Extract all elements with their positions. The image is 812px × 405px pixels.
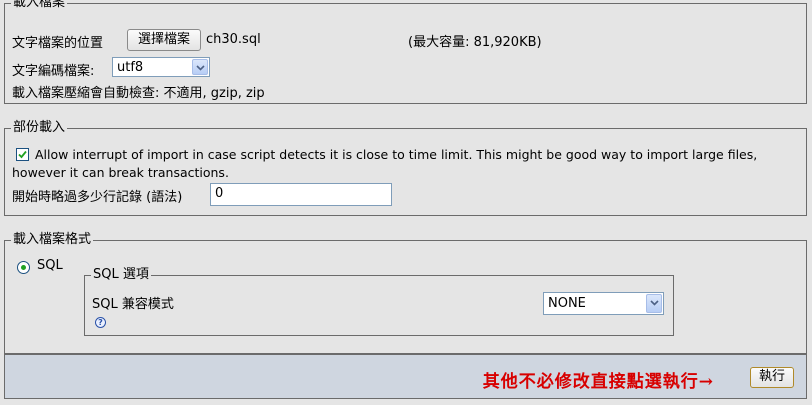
compression-text: 載入檔案壓縮會自動檢查: 不適用, gzip, zip (12, 86, 265, 101)
max-size-text: (最大容量: 81,920KB) (408, 35, 542, 50)
format-legend: 載入檔案格式 (13, 232, 92, 247)
encoding-label: 文字編碼檔案: (12, 64, 95, 79)
encoding-select-value: utf8 (117, 60, 144, 75)
file-location-label: 文字檔案的位置 (12, 36, 104, 51)
skip-rows-input[interactable]: 0 (210, 183, 392, 206)
encoding-select[interactable]: utf8 (112, 57, 210, 77)
submit-bar: 其他不必修改直接點選執行→ 執行 (4, 354, 807, 399)
sql-compat-select-value: NONE (548, 296, 586, 311)
sql-options-legend: SQL 選項 (93, 267, 149, 282)
instruction-note: 其他不必修改直接點選執行→ (482, 372, 714, 392)
sql-format-label: SQL (37, 258, 63, 273)
check-icon (18, 150, 27, 159)
selected-file-name: ch30.sql (206, 32, 261, 47)
sql-compat-select[interactable]: NONE (543, 292, 664, 315)
allow-interrupt-label-line2: however it can break transactions. (12, 165, 229, 180)
allow-interrupt-checkbox[interactable] (16, 148, 29, 161)
sql-compat-label: SQL 兼容模式 (92, 297, 174, 312)
radio-selected-dot (21, 265, 26, 270)
browse-file-button[interactable]: 選擇檔案 (127, 29, 201, 51)
skip-rows-label: 開始時略過多少行記錄 (語法) (12, 190, 183, 205)
allow-interrupt-label-line1: Allow interrupt of import in case script… (35, 147, 758, 162)
partial-import-legend: 部份載入 (13, 120, 66, 135)
chevron-down-icon[interactable] (192, 59, 208, 75)
help-icon[interactable]: ? (95, 317, 106, 328)
sql-format-radio[interactable] (17, 261, 30, 274)
upload-legend: 載入檔案 (13, 0, 66, 10)
chevron-down-icon[interactable] (646, 294, 662, 313)
go-button[interactable]: 執行 (750, 367, 794, 388)
